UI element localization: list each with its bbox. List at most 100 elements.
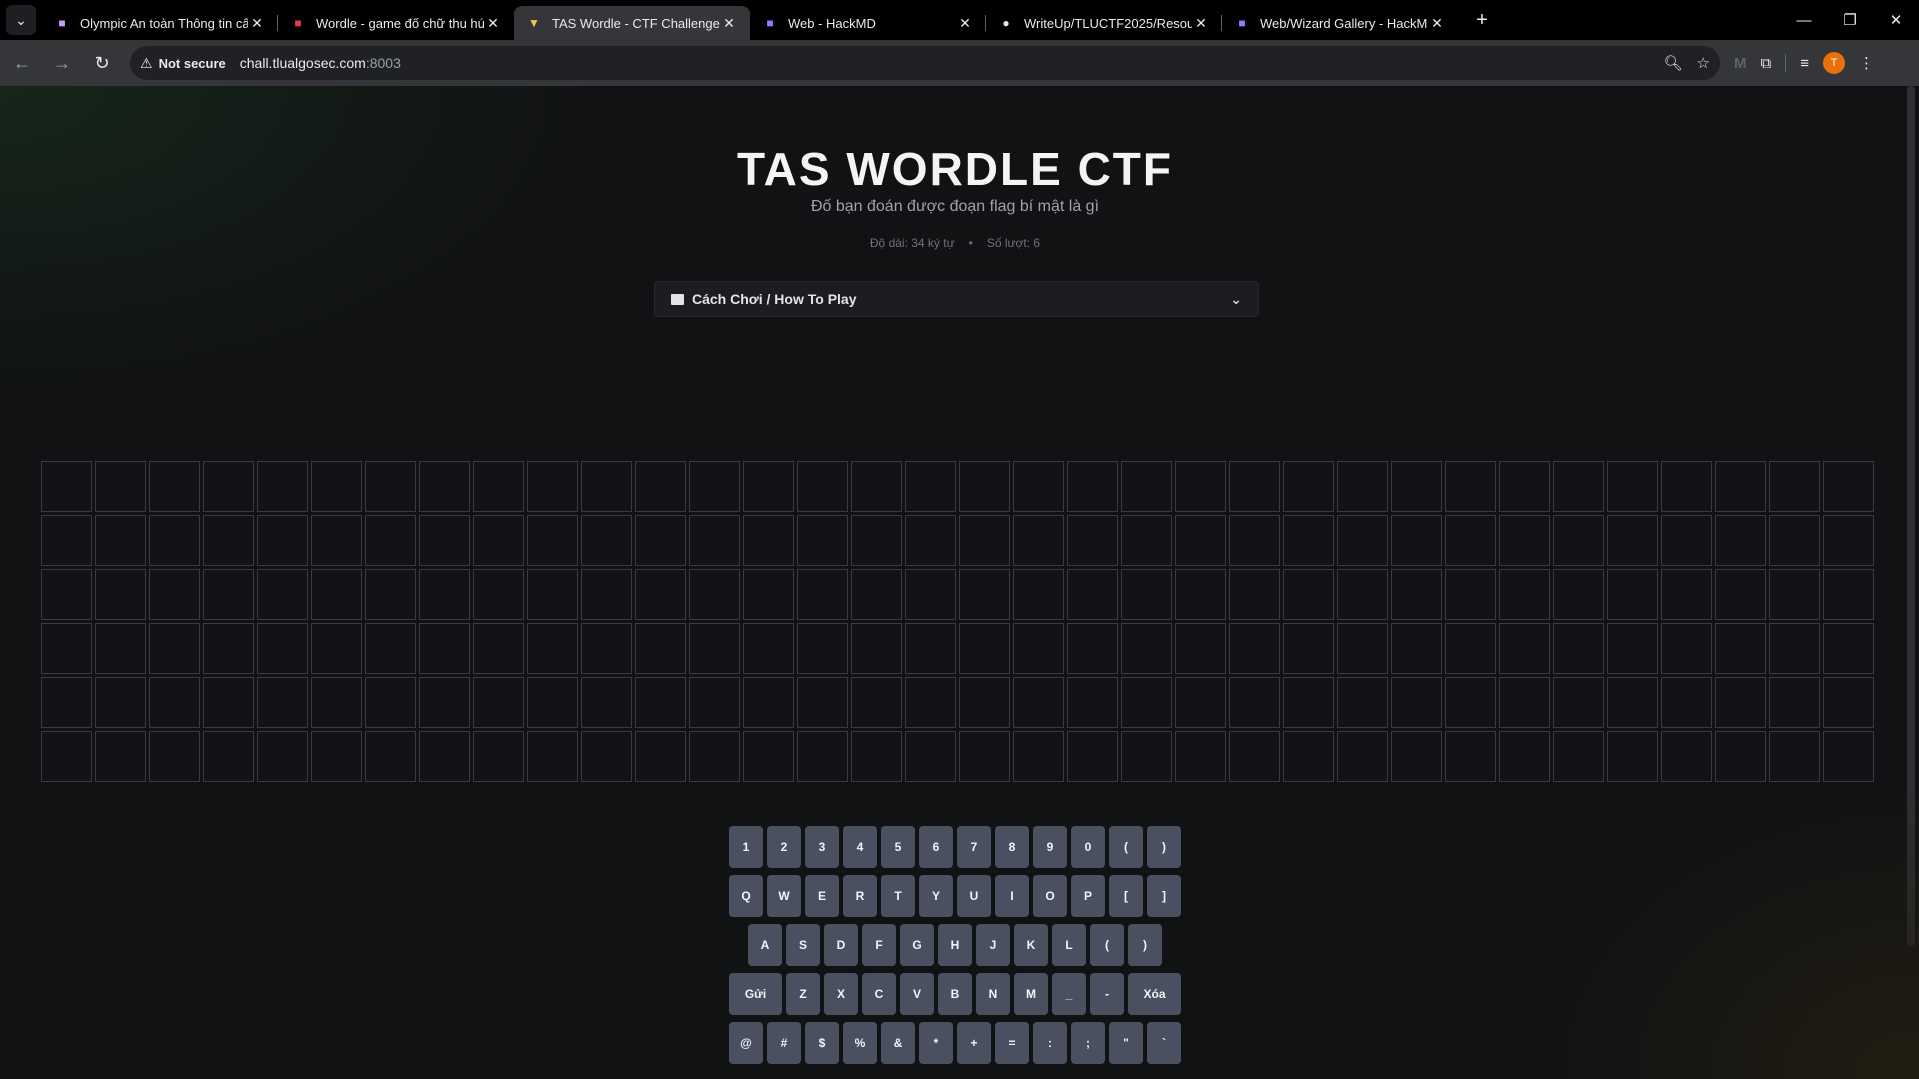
keyboard-key[interactable]: L <box>1052 924 1086 966</box>
letter-cell <box>1229 569 1280 620</box>
keyboard-key[interactable]: 1 <box>729 826 763 868</box>
extensions-puzzle-icon[interactable]: ⧉ <box>1761 55 1772 72</box>
keyboard-key[interactable]: T <box>881 875 915 917</box>
keyboard-key[interactable]: [ <box>1109 875 1143 917</box>
keyboard-key[interactable]: 5 <box>881 826 915 868</box>
keyboard-key[interactable]: E <box>805 875 839 917</box>
browser-tab[interactable]: ▼ TAS Wordle - CTF Challenge ✕ <box>514 6 750 40</box>
restore-icon[interactable]: ❐ <box>1827 0 1873 40</box>
keyboard-key[interactable]: 8 <box>995 826 1029 868</box>
keyboard-key[interactable]: @ <box>729 1022 763 1064</box>
keyboard-key[interactable]: + <box>957 1022 991 1064</box>
keyboard-key[interactable]: Q <box>729 875 763 917</box>
keyboard-key[interactable]: : <box>1033 1022 1067 1064</box>
tab-close-icon[interactable]: ✕ <box>956 15 974 32</box>
minimize-icon[interactable]: — <box>1781 0 1827 40</box>
keyboard-key[interactable]: P <box>1071 875 1105 917</box>
keyboard-key[interactable]: 0 <box>1071 826 1105 868</box>
keyboard-key[interactable]: A <box>748 924 782 966</box>
reload-icon[interactable]: ↻ <box>84 45 120 81</box>
tab-close-icon[interactable]: ✕ <box>1192 15 1210 32</box>
back-icon[interactable]: ← <box>4 45 40 81</box>
tab-close-icon[interactable]: ✕ <box>248 15 266 32</box>
how-to-play-toggle[interactable]: Cách Chơi / How To Play ⌄ <box>654 281 1259 317</box>
keyboard-key[interactable]: B <box>938 973 972 1015</box>
keyboard-key[interactable]: H <box>938 924 972 966</box>
keyboard-key[interactable]: O <box>1033 875 1067 917</box>
profile-avatar[interactable]: T <box>1822 52 1845 74</box>
browser-tab[interactable]: ■ Web - HackMD ✕ <box>750 6 986 40</box>
submit-key[interactable]: Gửi <box>729 973 782 1015</box>
security-chip[interactable]: ⚠ Not secure <box>140 55 226 72</box>
keyboard-key[interactable]: * <box>919 1022 953 1064</box>
letter-cell <box>1283 569 1334 620</box>
keyboard-key[interactable]: ) <box>1128 924 1162 966</box>
keyboard-key[interactable]: ( <box>1090 924 1124 966</box>
new-tab-button[interactable]: + <box>1468 9 1496 32</box>
tab-close-icon[interactable]: ✕ <box>720 15 738 32</box>
keyboard-key[interactable]: ) <box>1147 826 1181 868</box>
keyboard-key[interactable]: = <box>995 1022 1029 1064</box>
keyboard-key[interactable]: & <box>881 1022 915 1064</box>
keyboard-key[interactable]: 6 <box>919 826 953 868</box>
bookmark-star-icon[interactable]: ☆ <box>1697 54 1710 72</box>
letter-cell <box>1553 731 1604 782</box>
browser-menu-icon[interactable]: ⋮ <box>1859 54 1874 72</box>
keyboard-key[interactable]: R <box>843 875 877 917</box>
keyboard-key[interactable]: ; <box>1071 1022 1105 1064</box>
media-controls-icon[interactable]: ≡ <box>1800 55 1809 72</box>
delete-key[interactable]: Xóa <box>1128 973 1181 1015</box>
tab-close-icon[interactable]: ✕ <box>1428 15 1446 32</box>
letter-cell <box>1283 515 1334 566</box>
zoom-icon[interactable]: 🔍︎ <box>1664 54 1683 72</box>
keyboard-key[interactable]: I <box>995 875 1029 917</box>
keyboard-key[interactable]: % <box>843 1022 877 1064</box>
keyboard-key[interactable]: # <box>767 1022 801 1064</box>
keyboard-key[interactable]: M <box>1014 973 1048 1015</box>
keyboard-key[interactable]: G <box>900 924 934 966</box>
letter-cell <box>473 515 524 566</box>
keyboard-key[interactable]: J <box>976 924 1010 966</box>
keyboard-key[interactable]: ` <box>1147 1022 1181 1064</box>
letter-cell <box>1337 623 1388 674</box>
keyboard-key[interactable]: _ <box>1052 973 1086 1015</box>
keyboard-key[interactable]: N <box>976 973 1010 1015</box>
letter-cell <box>527 731 578 782</box>
keyboard-key[interactable]: 9 <box>1033 826 1067 868</box>
tab-close-icon[interactable]: ✕ <box>484 15 502 32</box>
browser-toolbar: ← → ↻ ⚠ Not secure chall.tlualgosec.com:… <box>0 40 1919 86</box>
keyboard-key[interactable]: W <box>767 875 801 917</box>
keyboard-key[interactable]: Z <box>786 973 820 1015</box>
keyboard-key[interactable]: F <box>862 924 896 966</box>
keyboard-key[interactable]: 4 <box>843 826 877 868</box>
keyboard-key[interactable]: 2 <box>767 826 801 868</box>
keyboard-key[interactable]: - <box>1090 973 1124 1015</box>
keyboard-key[interactable]: ( <box>1109 826 1143 868</box>
browser-tab[interactable]: ■ Wordle - game đố chữ thu hút ✕ <box>278 6 514 40</box>
keyboard-key[interactable]: X <box>824 973 858 1015</box>
forward-icon[interactable]: → <box>44 45 80 81</box>
browser-tab[interactable]: ● WriteUp/TLUCTF2025/Resource✕ <box>986 6 1222 40</box>
keyboard-key[interactable]: S <box>786 924 820 966</box>
address-bar[interactable]: ⚠ Not secure chall.tlualgosec.com:8003 🔍… <box>130 46 1720 80</box>
keyboard-key[interactable]: U <box>957 875 991 917</box>
letter-cell <box>1175 677 1226 728</box>
keyboard-key[interactable]: V <box>900 973 934 1015</box>
keyboard-key[interactable]: 3 <box>805 826 839 868</box>
keyboard-key[interactable]: $ <box>805 1022 839 1064</box>
keyboard-key[interactable]: 7 <box>957 826 991 868</box>
close-window-icon[interactable]: ✕ <box>1873 0 1919 40</box>
letter-cell <box>851 677 902 728</box>
letter-cell <box>959 461 1010 512</box>
keyboard-key[interactable]: K <box>1014 924 1048 966</box>
keyboard-key[interactable]: D <box>824 924 858 966</box>
keyboard-key[interactable]: " <box>1109 1022 1143 1064</box>
keyboard-key[interactable]: C <box>862 973 896 1015</box>
browser-tab[interactable]: ■ Web/Wizard Gallery - HackMD ✕ <box>1222 6 1458 40</box>
extension-m-icon[interactable]: M <box>1734 55 1747 72</box>
keyboard-key[interactable]: ] <box>1147 875 1181 917</box>
keyboard-key[interactable]: Y <box>919 875 953 917</box>
tab-search-button[interactable]: ⌄ <box>6 5 36 35</box>
browser-tab[interactable]: ■ Olympic An toàn Thông tin cấp ✕ <box>42 6 278 40</box>
guess-row <box>41 731 1874 782</box>
